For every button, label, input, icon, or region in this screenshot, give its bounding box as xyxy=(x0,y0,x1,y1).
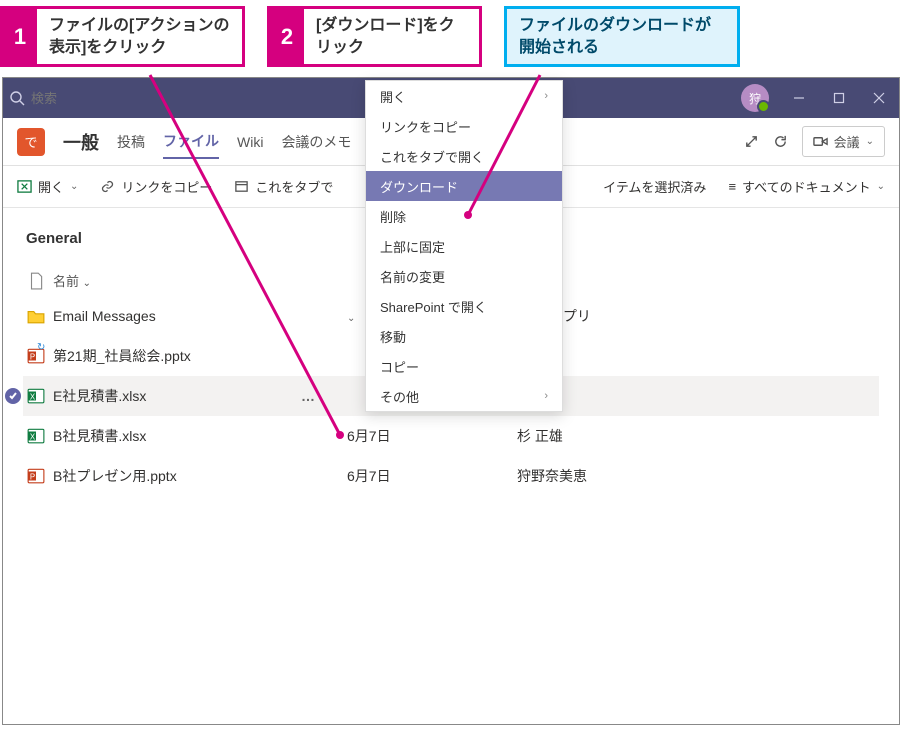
search-input[interactable] xyxy=(31,91,331,106)
excel-icon: X xyxy=(27,387,45,405)
file-modified-by: 狩野奈美恵 xyxy=(517,466,875,486)
svg-text:P: P xyxy=(30,473,35,482)
callout-step-1: 1 ファイルの[アクションの表示]をクリック xyxy=(0,6,245,67)
file-row[interactable]: P B社プレゼン用.pptx 6月7日 狩野奈美恵 xyxy=(23,456,879,496)
toolbar-selected-count: イテムを選択済み xyxy=(603,177,706,196)
tab-posts[interactable]: 投稿 xyxy=(117,126,145,158)
column-name[interactable]: 名前 ⌄ xyxy=(53,271,91,290)
file-name: Email Messages xyxy=(53,308,156,324)
file-row[interactable]: X B社見積書.xlsx 6月7日 杉 正雄 xyxy=(23,416,879,456)
ctx-sharepoint[interactable]: SharePoint で開く xyxy=(366,291,562,321)
callout-step-2: 2 [ダウンロード]をクリック xyxy=(267,6,482,67)
ctx-open[interactable]: 開く› xyxy=(366,81,562,111)
callout-result: ファイルのダウンロードが開始される xyxy=(504,6,740,67)
file-name: B社プレゼン用.pptx xyxy=(53,466,177,486)
ctx-move[interactable]: 移動 xyxy=(366,321,562,351)
file-name: B社見積書.xlsx xyxy=(53,426,146,446)
ctx-rename[interactable]: 名前の変更 xyxy=(366,261,562,291)
svg-text:X: X xyxy=(30,393,36,402)
selection-checkmark-icon[interactable] xyxy=(5,388,21,404)
file-modified: 6月7日 xyxy=(347,466,517,486)
ctx-other[interactable]: その他› xyxy=(366,381,562,411)
window-maximize-button[interactable] xyxy=(819,78,859,118)
more-actions-button[interactable]: … xyxy=(301,388,317,404)
callout-2-number: 2 xyxy=(270,9,304,64)
toolbar-view-all[interactable]: ≡ すべてのドキュメント ⌄ xyxy=(728,177,885,196)
tab-wiki[interactable]: Wiki xyxy=(237,128,263,156)
ctx-open-tab[interactable]: これをタブで開く xyxy=(366,141,562,171)
file-modified-by: 奈美恵 xyxy=(517,346,875,366)
chevron-right-icon: › xyxy=(544,90,548,102)
expand-icon[interactable] xyxy=(744,134,759,149)
powerpoint-icon: P xyxy=(27,467,45,485)
reload-icon[interactable] xyxy=(773,134,788,149)
link-icon xyxy=(100,179,115,194)
svg-text:X: X xyxy=(30,433,36,442)
file-modified: 6月7日 xyxy=(347,426,517,446)
callout-1-number: 1 xyxy=(3,9,37,64)
meet-button[interactable]: 会議 ⌄ xyxy=(802,126,885,157)
excel-icon: X xyxy=(27,427,45,445)
callout-1-text: ファイルの[アクションの表示]をクリック xyxy=(37,9,242,64)
tab-icon xyxy=(234,179,249,194)
chevron-right-icon: › xyxy=(544,390,548,402)
file-modified-by: 言哉 xyxy=(517,386,875,406)
tab-files[interactable]: ファイル xyxy=(163,125,219,159)
file-modified-by: 杉 正雄 xyxy=(517,426,875,446)
avatar[interactable]: 狩 xyxy=(741,84,769,112)
teams-window: 狩 で 一般 投稿 ファイル Wiki 会議のメモ ＋ 会議 ⌄ 開く⌄ xyxy=(2,77,900,725)
tab-meeting-notes[interactable]: 会議のメモ xyxy=(281,126,351,158)
file-name: 第21期_社員総会.pptx xyxy=(53,346,191,366)
channel-name: 一般 xyxy=(63,129,99,155)
search-icon xyxy=(9,90,25,106)
folder-icon xyxy=(27,307,45,325)
toolbar-copy-link[interactable]: リンクをコピー xyxy=(100,177,212,196)
ctx-delete[interactable]: 削除 xyxy=(366,201,562,231)
callout-result-text: ファイルのダウンロードが開始される xyxy=(507,9,737,64)
sync-icon: ↻ xyxy=(37,342,45,353)
team-avatar[interactable]: で xyxy=(17,128,45,156)
excel-icon xyxy=(17,179,32,194)
window-minimize-button[interactable] xyxy=(779,78,819,118)
ctx-copy[interactable]: コピー xyxy=(366,351,562,381)
ctx-copy-link[interactable]: リンクをコピー xyxy=(366,111,562,141)
file-name: E社見積書.xlsx xyxy=(53,386,146,406)
toolbar-open-tab[interactable]: これをタブで xyxy=(234,177,333,196)
ctx-download[interactable]: ダウンロード xyxy=(366,171,562,201)
file-generic-icon xyxy=(27,272,45,290)
svg-text:P: P xyxy=(30,353,35,362)
video-icon xyxy=(813,134,828,149)
context-menu: 開く› リンクをコピー これをタブで開く ダウンロード 削除 上部に固定 名前の… xyxy=(365,80,563,412)
file-modified-by: Pointアプリ xyxy=(517,306,875,326)
toolbar-open[interactable]: 開く⌄ xyxy=(17,177,78,196)
callout-2-text: [ダウンロード]をクリック xyxy=(304,9,479,64)
window-close-button[interactable] xyxy=(859,78,899,118)
ctx-pin[interactable]: 上部に固定 xyxy=(366,231,562,261)
